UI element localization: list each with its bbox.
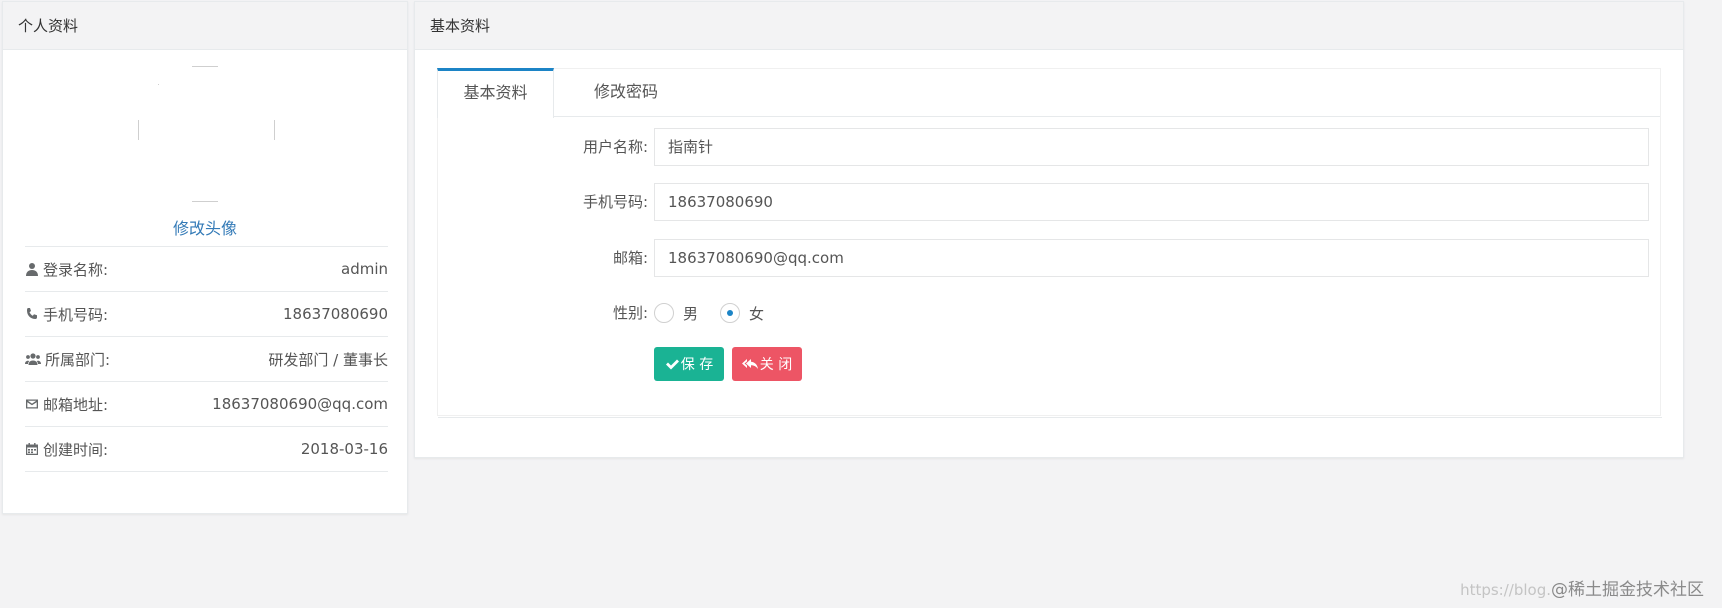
users-icon (25, 353, 41, 365)
info-label: 手机号码: (43, 305, 109, 324)
basic-info-panel-title: 基本资料 (415, 2, 1683, 50)
info-value: admin (341, 260, 388, 278)
close-button[interactable]: 关 闭 (732, 347, 802, 381)
watermark-prefix: https://blog. (1460, 581, 1551, 599)
info-row-created: 创建时间: 2018-03-16 (25, 427, 388, 472)
tabs-bar: 基本资料 修改密码 (437, 68, 1660, 118)
info-label: 创建时间: (43, 440, 109, 459)
info-row-department: 所属部门: 研发部门 / 董事长 (25, 337, 388, 382)
check-icon (665, 359, 679, 370)
close-button-label: 关 闭 (759, 357, 793, 373)
basic-info-panel: 基本资料 基本资料 修改密码 用户名称: 指南针 手机号码: 186370806… (414, 1, 1684, 458)
watermark: https://blog.@稀土掘金技术社区 (1460, 575, 1704, 600)
save-button[interactable]: 保 存 (654, 347, 724, 381)
tabs-container: 基本资料 修改密码 用户名称: 指南针 手机号码: 18637080690 邮箱… (437, 68, 1662, 418)
info-value: 研发部门 / 董事长 (268, 350, 388, 369)
gender-radio-female[interactable]: 女 (720, 303, 764, 324)
watermark-text: @稀土掘金技术社区 (1551, 580, 1704, 600)
info-row-login-name: 登录名称: admin (25, 247, 388, 292)
form-row-phone: 手机号码: 18637080690 (438, 183, 1660, 221)
form-row-email: 邮箱: 18637080690@qq.com (438, 239, 1660, 277)
profile-panel: 个人资料 修改头像 登录名称: admin 手机号码: 18637080690 (2, 1, 408, 514)
phone-label: 手机号码: (582, 193, 648, 211)
calendar-icon (26, 443, 38, 455)
info-value: 2018-03-16 (300, 440, 388, 458)
tab-basic-info[interactable]: 基本资料 (437, 68, 554, 118)
radio-label: 女 (749, 304, 765, 323)
phone-input[interactable]: 18637080690 (654, 183, 1649, 221)
gender-radio-male[interactable]: 男 (654, 303, 698, 324)
reply-all-icon (741, 359, 758, 369)
email-input[interactable]: 18637080690@qq.com (654, 239, 1649, 277)
info-row-email: 邮箱地址: 18637080690@qq.com (25, 382, 388, 427)
radio-button[interactable] (654, 303, 674, 323)
user-icon (26, 263, 38, 276)
gender-label: 性别: (612, 304, 648, 322)
info-row-phone: 手机号码: 18637080690 (25, 292, 388, 337)
avatar[interactable] (138, 66, 275, 203)
radio-button[interactable] (720, 303, 741, 323)
change-avatar-link[interactable]: 修改头像 (3, 215, 407, 239)
info-value: 18637080690 (283, 305, 388, 323)
email-label: 邮箱: (612, 249, 648, 267)
save-button-label: 保 存 (680, 357, 714, 373)
info-label: 登录名称: (43, 260, 109, 279)
username-label: 用户名称: (582, 138, 648, 156)
phone-icon (27, 308, 37, 319)
tab-content-divider (438, 417, 1662, 418)
gender-radio-group: 男 女 (654, 294, 764, 332)
info-label: 邮箱地址: (43, 395, 109, 414)
username-input[interactable]: 指南针 (654, 128, 1649, 166)
profile-info-list: 登录名称: admin 手机号码: 18637080690 所属部门: 研发部门… (25, 246, 388, 472)
form-row-username: 用户名称: 指南针 (438, 128, 1660, 166)
info-value: 18637080690@qq.com (212, 395, 388, 413)
envelope-icon (26, 399, 38, 409)
form-row-gender: 性别: 男 女 (438, 294, 1660, 332)
tab-change-password[interactable]: 修改密码 (566, 68, 686, 117)
form-row-actions: 保 存 关 闭 (438, 347, 1660, 385)
profile-panel-title: 个人资料 (3, 2, 407, 50)
info-label: 所属部门: (45, 350, 111, 369)
radio-label: 男 (683, 304, 699, 323)
